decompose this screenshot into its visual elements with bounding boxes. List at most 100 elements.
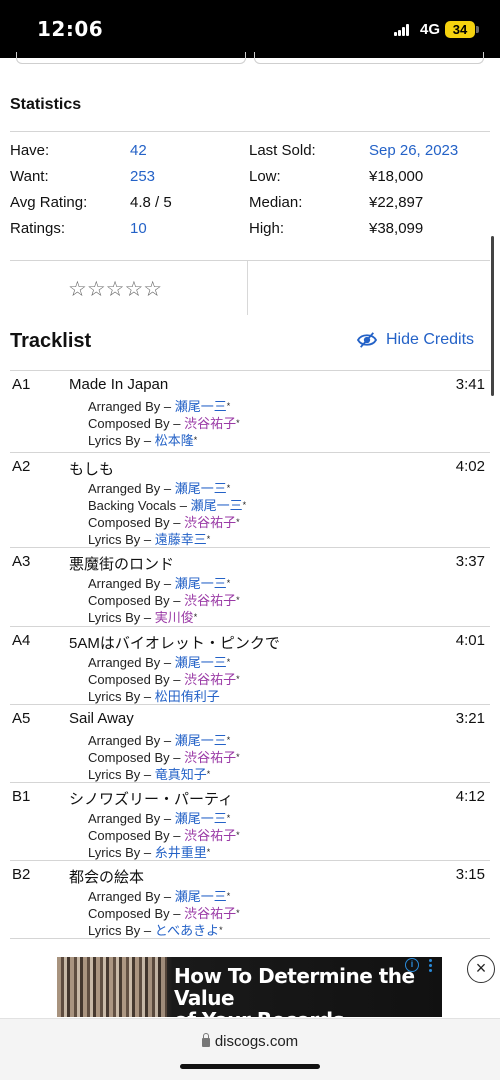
track-position: A2	[12, 458, 31, 475]
ad-banner[interactable]: How To Determine the Value of Your Recor…	[57, 957, 442, 1017]
credit-line: Lyrics By – とべあきよ*	[88, 922, 240, 939]
credit-artist-link[interactable]: 糸井重里	[155, 845, 207, 860]
credit-artist-link[interactable]: 渋谷祐子	[184, 416, 236, 431]
credit-line: Lyrics By – 松本隆*	[88, 432, 240, 449]
stat-label-high: High:	[249, 220, 285, 237]
credit-artist-link[interactable]: 松本隆	[155, 433, 194, 448]
ad-headline: How To Determine the Value of Your Recor…	[174, 965, 442, 1017]
credit-asterisk: *	[226, 735, 231, 745]
credit-asterisk: *	[206, 769, 211, 779]
track-position: B1	[12, 788, 31, 805]
track-title: 悪魔街のロンド	[69, 556, 175, 573]
records-image	[57, 957, 167, 1017]
stat-value-low: ¥18,000	[369, 168, 424, 185]
credit-role: Lyrics By –	[88, 610, 152, 625]
track-title: 都会の絵本	[69, 869, 145, 886]
credit-line: Arranged By – 瀬尾一三*	[88, 888, 240, 905]
scrollbar[interactable]	[491, 236, 494, 396]
credit-artist-link[interactable]: 瀬尾一三	[175, 576, 227, 591]
credit-artist-link[interactable]: 瀬尾一三	[175, 655, 227, 670]
rating-stars[interactable]: ☆☆☆☆☆	[68, 278, 162, 300]
credit-asterisk: *	[226, 578, 231, 588]
credit-line: Lyrics By – 松田侑利子	[88, 688, 240, 705]
credit-artist-link[interactable]: 瀬尾一三	[175, 399, 227, 414]
credit-artist-link[interactable]: 実川俊	[155, 610, 194, 625]
stat-label-have: Have:	[10, 142, 50, 159]
credit-artist-link[interactable]: 渋谷祐子	[184, 906, 236, 921]
credit-line: Backing Vocals – 瀬尾一三*	[88, 497, 246, 514]
top-button-left[interactable]	[16, 52, 246, 64]
credit-asterisk: *	[236, 674, 240, 684]
divider	[10, 260, 490, 261]
url-text: discogs.com	[214, 1033, 299, 1050]
credit-artist-link[interactable]: 松田侑利子	[155, 689, 220, 704]
credit-artist-link[interactable]: 遠藤幸三	[155, 532, 207, 547]
home-indicator[interactable]	[180, 1064, 320, 1069]
credit-artist-link[interactable]: 渋谷祐子	[184, 828, 236, 843]
stat-value-have[interactable]: 42	[130, 142, 147, 159]
credit-asterisk: *	[236, 908, 240, 918]
credit-asterisk: *	[226, 483, 231, 493]
credit-artist-link[interactable]: 渋谷祐子	[184, 750, 236, 765]
credit-line: Lyrics By – 竜真知子*	[88, 766, 240, 783]
network-type: 4G	[420, 21, 441, 38]
status-bar: 12:06 4G 34	[0, 0, 500, 58]
track-duration: 3:37	[455, 553, 485, 570]
credit-line: Arranged By – 瀬尾一三*	[88, 480, 246, 497]
credit-asterisk: *	[236, 595, 240, 605]
stat-value-last-sold[interactable]: Sep 26, 2023	[369, 142, 458, 159]
track-duration: 4:12	[455, 788, 485, 805]
credit-asterisk: *	[236, 517, 240, 527]
track-duration: 4:01	[455, 632, 485, 649]
credit-asterisk: *	[226, 401, 231, 411]
credit-asterisk: *	[219, 925, 223, 935]
credit-artist-link[interactable]: とべあきよ	[155, 923, 219, 938]
credit-role: Lyrics By –	[88, 532, 152, 547]
track-title: シノワズリー・パーティ	[69, 791, 234, 808]
credit-role: Arranged By –	[88, 811, 172, 826]
credit-role: Composed By –	[88, 672, 181, 687]
eye-slash-icon	[356, 332, 378, 348]
ad-menu-icon[interactable]	[429, 959, 433, 973]
track-title: 5AMはバイオレット・ピンクで	[69, 635, 280, 652]
tracklist-title: Tracklist	[10, 330, 92, 352]
url-field[interactable]: discogs.com	[0, 1033, 500, 1050]
credit-artist-link[interactable]: 瀬尾一三	[175, 481, 227, 496]
credit-artist-link[interactable]: 竜真知子	[155, 767, 207, 782]
stat-label-avg-rating: Avg Rating:	[10, 194, 88, 211]
track-credits: Arranged By – 瀬尾一三* Composed By – 渋谷祐子* Ly…	[88, 398, 240, 449]
credit-artist-link[interactable]: 瀬尾一三	[175, 889, 227, 904]
credit-artist-link[interactable]: 渋谷祐子	[184, 672, 236, 687]
credit-role: Lyrics By –	[88, 433, 152, 448]
top-button-right[interactable]	[254, 52, 484, 64]
credit-artist-link[interactable]: 渋谷祐子	[184, 593, 236, 608]
credit-artist-link[interactable]: 瀬尾一三	[175, 811, 227, 826]
credit-asterisk: *	[226, 657, 231, 667]
ad-info-icon[interactable]: i	[405, 958, 419, 972]
credit-artist-link[interactable]: 瀬尾一三	[175, 733, 227, 748]
credit-line: Lyrics By – 遠藤幸三*	[88, 531, 246, 548]
rating-divider	[247, 261, 248, 315]
track-title: Sail Away	[69, 710, 134, 727]
credit-artist-link[interactable]: 渋谷祐子	[184, 515, 236, 530]
track-credits: Arranged By – 瀬尾一三* Composed By – 渋谷祐子* Ly…	[88, 810, 240, 861]
credit-role: Arranged By –	[88, 733, 172, 748]
credit-role: Arranged By –	[88, 576, 172, 591]
stat-value-want[interactable]: 253	[130, 168, 155, 185]
track-duration: 3:15	[455, 866, 485, 883]
credit-role: Arranged By –	[88, 889, 172, 904]
battery-tip	[476, 26, 479, 33]
stat-value-ratings[interactable]: 10	[130, 220, 147, 237]
ad-close-button[interactable]: ×	[467, 955, 495, 983]
track-row: B1 シノワズリー・パーティ 4:12 Arranged By – 瀬尾一三* Comp…	[10, 782, 490, 860]
track-credits: Arranged By – 瀬尾一三* Composed By – 渋谷祐子* Ly…	[88, 654, 240, 705]
ad-line-2: of Your Records	[174, 1009, 442, 1017]
credit-asterisk: *	[226, 891, 231, 901]
track-row-partial	[10, 938, 490, 950]
hide-credits-button[interactable]: Hide Credits	[356, 331, 474, 349]
stat-label-last-sold: Last Sold:	[249, 142, 316, 159]
credit-artist-link[interactable]: 瀬尾一三	[191, 498, 243, 513]
credit-line: Arranged By – 瀬尾一三*	[88, 575, 240, 592]
credit-line: Lyrics By – 糸井重里*	[88, 844, 240, 861]
ad-line-1: How To Determine the Value	[174, 964, 415, 1010]
